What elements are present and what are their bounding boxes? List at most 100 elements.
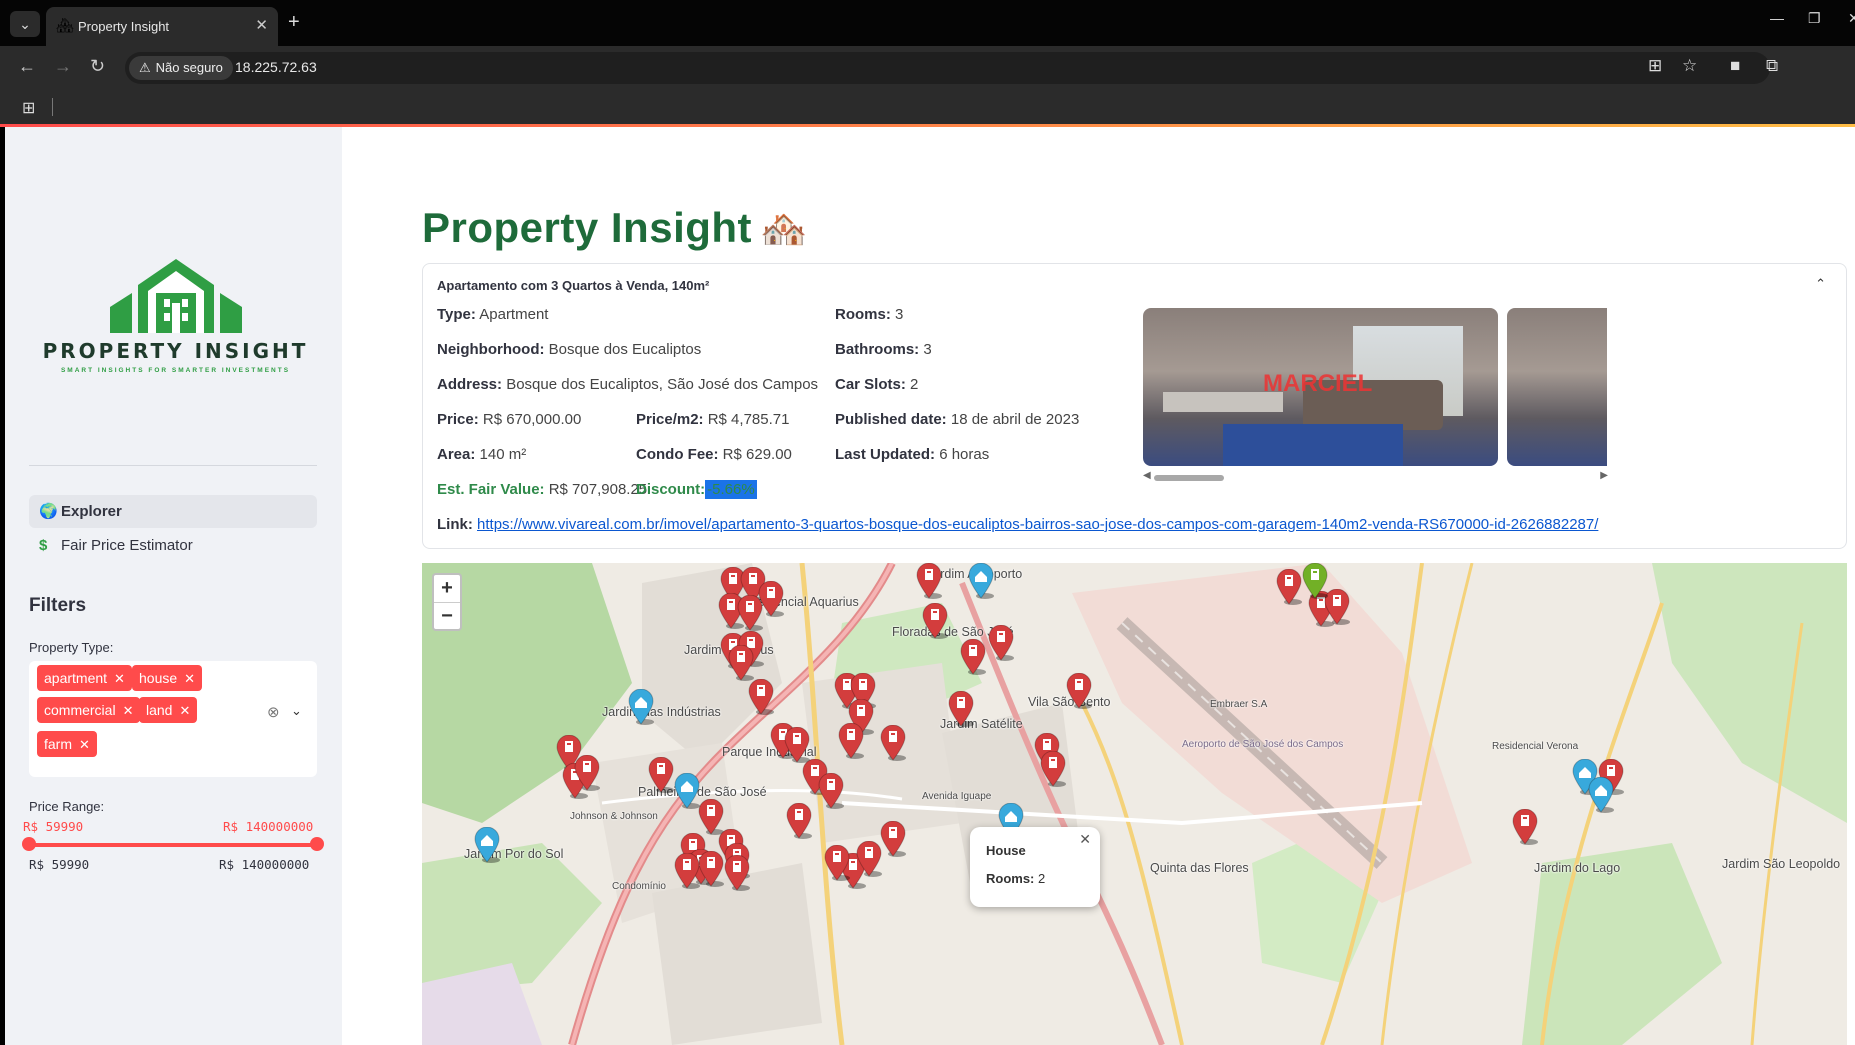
map-marker-icon[interactable]: [786, 803, 812, 839]
map-marker-icon[interactable]: [628, 689, 654, 725]
price-slider-max-handle[interactable]: [310, 837, 324, 851]
map-marker-icon[interactable]: [648, 757, 674, 793]
remove-chip-icon[interactable]: ✕: [114, 671, 125, 686]
map-marker-icon[interactable]: [824, 845, 850, 881]
map-marker-icon[interactable]: [960, 639, 986, 675]
apps-grid-icon[interactable]: ⊞: [22, 98, 35, 118]
map-popup: ✕ House Rooms: 2: [970, 827, 1100, 907]
forward-icon[interactable]: →: [54, 56, 72, 77]
property-type-label: Property Type:: [29, 640, 114, 655]
map-marker-icon[interactable]: [1066, 673, 1092, 709]
map-marker-icon[interactable]: [698, 851, 724, 887]
field-car-slots: Car Slots: 2: [835, 376, 919, 393]
minimize-icon[interactable]: —: [1770, 10, 1784, 26]
field-area: Area: 140 m²: [437, 446, 527, 463]
map-marker-icon[interactable]: [818, 773, 844, 809]
close-window-icon[interactable]: ✕: [1848, 10, 1855, 27]
restore-icon[interactable]: ❐: [1808, 10, 1821, 27]
map-marker-icon[interactable]: [1512, 809, 1538, 845]
map-label: Quinta das Flores: [1150, 861, 1249, 875]
nav-item-fair-price-estimator[interactable]: $ Fair Price Estimator: [29, 529, 317, 562]
field-bathrooms: Bathrooms: 3: [835, 341, 932, 358]
close-tab-icon[interactable]: ✕: [255, 16, 268, 34]
map-marker-icon[interactable]: [784, 727, 810, 763]
map-marker-icon[interactable]: [916, 563, 942, 599]
map-marker-icon[interactable]: [988, 625, 1014, 661]
map-marker-icon[interactable]: [1040, 751, 1066, 787]
tab-search-icon[interactable]: ⌄: [10, 11, 40, 37]
browser-tab[interactable]: 🏘 Property Insight ✕: [46, 7, 278, 46]
map-marker-icon[interactable]: [1588, 777, 1614, 813]
dollar-icon: $: [39, 537, 48, 554]
slider-max-value: R$ 140000000: [223, 819, 314, 834]
browser-toolbar: ← → ↻ ⚠ Não seguro 18.225.72.63 ⊞ ☆ ■ ⧉: [0, 46, 1855, 90]
security-chip[interactable]: ⚠ Não seguro: [129, 56, 233, 80]
chevron-down-icon[interactable]: ⌄: [291, 703, 302, 719]
property-map[interactable]: + − Jardim Aeroporto Residencial Aquariu…: [422, 563, 1847, 1045]
page-title: Property Insight 🏘️: [422, 204, 808, 251]
map-marker-icon[interactable]: [724, 855, 750, 891]
remove-chip-icon[interactable]: ✕: [79, 737, 90, 752]
remove-chip-icon[interactable]: ✕: [184, 671, 195, 686]
photo-scrollbar[interactable]: ◀ ▶: [1143, 470, 1608, 482]
chevron-up-icon[interactable]: ⌃: [1815, 276, 1826, 292]
zoom-out-button[interactable]: −: [434, 603, 460, 630]
listing-url-link[interactable]: https://www.vivareal.com.br/imovel/apart…: [477, 516, 1598, 533]
map-marker-icon[interactable]: [838, 723, 864, 759]
remove-chip-icon[interactable]: ✕: [123, 703, 134, 718]
scrollbar-thumb[interactable]: [1154, 475, 1224, 481]
brand-tagline: SMART INSIGHTS FOR SMARTER INVESTMENTS: [60, 367, 291, 374]
back-icon[interactable]: ←: [18, 56, 36, 77]
map-marker-icon[interactable]: [968, 563, 994, 599]
map-marker-icon[interactable]: [474, 827, 500, 863]
map-marker-icon[interactable]: [574, 755, 600, 791]
map-label: Jardim das Indústrias: [602, 705, 721, 719]
nav-item-explorer[interactable]: 🌍 Explorer: [29, 495, 317, 528]
map-marker-icon[interactable]: [922, 603, 948, 639]
brand-name: PROPERTY INSIGHT: [42, 339, 309, 363]
map-tiles: [422, 563, 1847, 1045]
map-marker-icon[interactable]: [728, 645, 754, 681]
map-marker-icon[interactable]: [748, 679, 774, 715]
new-tab-icon[interactable]: +: [288, 11, 300, 34]
map-label: Aeroporto de São José dos Campos: [1182, 739, 1344, 750]
map-marker-icon[interactable]: [880, 725, 906, 761]
translate-icon[interactable]: ⊞: [1648, 56, 1662, 76]
map-marker-icon[interactable]: [758, 581, 784, 617]
chip-house: house ✕: [132, 665, 203, 691]
remove-chip-icon[interactable]: ✕: [179, 703, 190, 718]
map-marker-icon[interactable]: [674, 773, 700, 809]
price-slider-min-handle[interactable]: [22, 837, 36, 851]
zoom-in-button[interactable]: +: [434, 575, 460, 602]
extensions-icon[interactable]: ⧉: [1766, 56, 1778, 76]
map-marker-icon[interactable]: [856, 841, 882, 877]
houses-icon: 🏘️: [760, 209, 808, 251]
sidebar: PROPERTY INSIGHT SMART INSIGHTS FOR SMAR…: [5, 127, 342, 1045]
window-icon[interactable]: ■: [1730, 56, 1740, 76]
property-type-multiselect[interactable]: apartment ✕ house ✕ commercial ✕ land ✕ farm…: [29, 661, 317, 777]
map-marker-icon[interactable]: [1276, 569, 1302, 605]
address-bar[interactable]: ⚠ Não seguro 18.225.72.63: [125, 52, 1770, 84]
scroll-right-icon[interactable]: ▶: [1600, 470, 1608, 481]
map-label: Condomínio: [612, 881, 666, 892]
bookmark-star-icon[interactable]: ☆: [1682, 56, 1697, 76]
favicon-icon: 🏘: [56, 17, 74, 33]
map-marker-icon[interactable]: [674, 853, 700, 889]
map-marker-icon[interactable]: [880, 821, 906, 857]
listing-photo[interactable]: [1507, 308, 1607, 466]
listing-heading[interactable]: Apartamento com 3 Quartos à Venda, 140m²: [437, 278, 709, 293]
map-marker-icon[interactable]: [948, 691, 974, 727]
field-fair-value: Est. Fair Value: R$ 707,908.25: [437, 481, 648, 498]
clear-all-icon[interactable]: ⊗: [267, 703, 280, 721]
scroll-left-icon[interactable]: ◀: [1143, 470, 1151, 481]
map-marker-icon[interactable]: [1302, 563, 1328, 599]
price-slider-track[interactable]: [29, 843, 317, 847]
reload-icon[interactable]: ↻: [90, 56, 105, 77]
bookmark-divider: [52, 98, 53, 116]
close-popup-icon[interactable]: ✕: [1079, 831, 1091, 848]
app-page: PROPERTY INSIGHT SMART INSIGHTS FOR SMAR…: [5, 127, 1855, 1045]
map-label: Embraer S.A: [1210, 699, 1268, 710]
logo: PROPERTY INSIGHT SMART INSIGHTS FOR SMAR…: [33, 255, 318, 375]
field-neighborhood: Neighborhood: Bosque dos Eucaliptos: [437, 341, 702, 358]
listing-photo[interactable]: MARCIEL: [1143, 308, 1498, 466]
